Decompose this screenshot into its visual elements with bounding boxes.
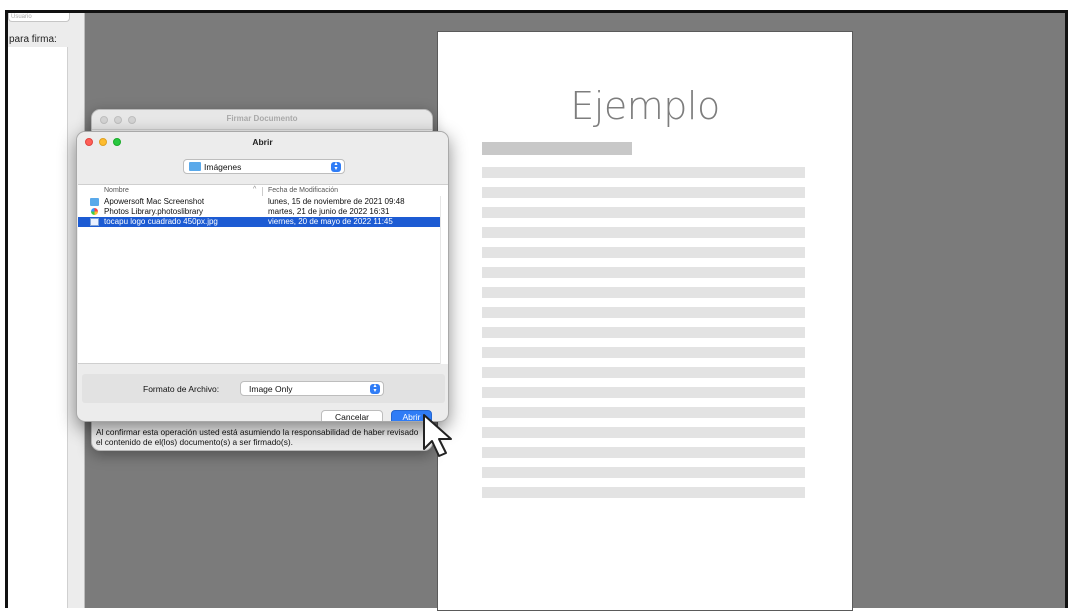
document-text-line (482, 267, 805, 278)
file-date: martes, 21 de junio de 2022 16:31 (268, 207, 390, 216)
screen-frame: Usuario para firma: Ejemplo Firmar Docum… (0, 0, 1074, 611)
abrir-dialog: Abrir Imágenes ▴ ▾ Nombre ^ Fecha de Modi… (76, 131, 449, 422)
document-text-line (482, 487, 805, 498)
location-select[interactable]: Imágenes ▴ ▾ (183, 159, 345, 174)
chevron-updown-icon: ▴ ▾ (331, 161, 341, 172)
document-text-line (482, 407, 805, 418)
photos-library-icon (91, 208, 98, 215)
format-panel: Formato de Archivo: Image Only ▴ ▾ (82, 374, 445, 403)
file-name: Apowersoft Mac Screenshot (104, 197, 205, 206)
user-input[interactable]: Usuario (8, 13, 70, 22)
file-date: lunes, 15 de noviembre de 2021 09:48 (268, 197, 405, 206)
responsibility-message: Al confirmar esta operación usted está a… (96, 427, 419, 447)
file-name: tocapu logo cuadrado 450px.jpg (104, 217, 218, 226)
document-text-line (482, 347, 805, 358)
document-text-line (482, 287, 805, 298)
document-heading-placeholder (482, 142, 632, 155)
file-date: viernes, 20 de mayo de 2022 11:45 (268, 217, 393, 226)
jpg-file-icon (90, 218, 99, 226)
document-text-line (482, 427, 805, 438)
document-text-line (482, 467, 805, 478)
chevron-updown-icon: ▴ ▾ (370, 383, 380, 394)
file-browser[interactable]: Nombre ^ Fecha de Modificación Apowersof… (78, 184, 448, 364)
signers-list[interactable] (8, 47, 68, 608)
document-text-line (482, 387, 805, 398)
abrir-titlebar: Abrir (77, 132, 448, 152)
file-name: Photos Library.photoslibrary (104, 207, 204, 216)
format-select[interactable]: Image Only ▴ ▾ (240, 381, 384, 396)
document-preview: Ejemplo (437, 31, 853, 611)
document-text-line (482, 447, 805, 458)
cancel-button[interactable]: Cancelar (321, 410, 383, 421)
document-text-line (482, 247, 805, 258)
document-text-line (482, 367, 805, 378)
document-text-line (482, 227, 805, 238)
scrollbar[interactable] (440, 196, 448, 364)
folder-icon (90, 198, 99, 206)
format-value: Image Only (249, 384, 293, 394)
left-panel: Usuario para firma: (8, 13, 85, 608)
signers-label: para firma: (9, 34, 57, 45)
column-divider[interactable] (262, 187, 263, 196)
document-text-line (482, 327, 805, 338)
firmar-title: Firmar Documento (226, 114, 298, 123)
document-text-line (482, 187, 805, 198)
format-label: Formato de Archivo: (143, 384, 220, 394)
file-row[interactable]: Apowersoft Mac Screenshot lunes, 15 de no… (78, 197, 440, 207)
column-name-header[interactable]: Nombre (104, 187, 129, 194)
document-title: Ejemplo (570, 84, 720, 128)
sort-chevron-icon: ^ (253, 186, 257, 193)
pointer-cursor-icon (423, 414, 452, 457)
document-text-line (482, 307, 805, 318)
location-label: Imágenes (204, 162, 242, 172)
document-text-line (482, 207, 805, 218)
column-headers: Nombre ^ Fecha de Modificación (78, 185, 448, 196)
column-date-header[interactable]: Fecha de Modificación (268, 187, 338, 194)
file-row[interactable]: tocapu logo cuadrado 450px.jpg viernes, 2… (78, 217, 440, 227)
file-row[interactable]: Photos Library.photoslibrary martes, 21 d… (78, 207, 440, 217)
abrir-title: Abrir (252, 137, 273, 147)
app-window: Usuario para firma: Ejemplo Firmar Docum… (5, 10, 1068, 611)
document-text-line (482, 167, 805, 178)
firmar-titlebar: Firmar Documento (92, 110, 432, 130)
folder-icon (189, 162, 201, 171)
